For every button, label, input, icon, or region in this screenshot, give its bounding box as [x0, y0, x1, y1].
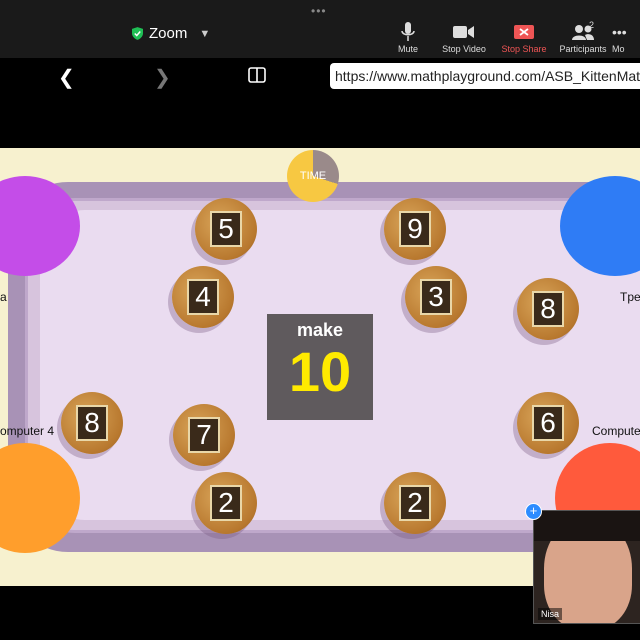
timer: TIME [287, 150, 339, 202]
player-name: omputer 4 [0, 424, 55, 438]
address-bar[interactable]: https://www.mathplayground.com/ASB_Kitte… [330, 63, 640, 89]
cookie-number: 8 [76, 405, 108, 441]
shield-check-icon [132, 27, 143, 40]
number-cookie[interactable]: 6 [517, 392, 579, 454]
participants-label: Participants [559, 44, 607, 54]
player-name: Compute [592, 424, 640, 438]
stop-share-label: Stop Share [501, 44, 547, 54]
participants-icon: 2 [553, 20, 613, 42]
number-cookie[interactable]: 4 [172, 266, 234, 328]
number-cookie[interactable]: 8 [517, 278, 579, 340]
cookie-number: 6 [532, 405, 564, 441]
number-cookie[interactable]: 2 [384, 472, 446, 534]
cookie-number: 9 [399, 211, 431, 247]
target-number: 10 [288, 340, 352, 403]
drag-handle[interactable]: ••• [311, 4, 327, 18]
timer-label: TIME [299, 170, 327, 182]
player-name: Tpe [620, 290, 640, 304]
mute-label: Mute [397, 44, 418, 54]
stop-video-button[interactable]: Stop Video [434, 22, 494, 54]
participants-button[interactable]: 2 Participants [553, 20, 613, 54]
number-cookie[interactable]: 7 [173, 404, 235, 466]
cookie-number: 8 [532, 291, 564, 327]
meeting-title[interactable]: Zoom ▼ [132, 25, 210, 42]
cookie-number: 3 [420, 279, 452, 315]
number-cookie[interactable]: 3 [405, 266, 467, 328]
participant-hair [534, 511, 640, 541]
plus-icon[interactable]: + [525, 503, 542, 520]
sidebar-toggle-icon[interactable] [248, 66, 266, 89]
cookie-number: 4 [187, 279, 219, 315]
cookie-number: 2 [399, 485, 431, 521]
stop-video-label: Stop Video [442, 44, 486, 54]
participant-count: 2 [589, 20, 595, 30]
forward-arrow-icon[interactable]: ❯ [154, 65, 171, 90]
stop-share-icon [494, 22, 554, 42]
meeting-title-label: Zoom [149, 25, 188, 42]
cookie-number: 5 [210, 211, 242, 247]
cookie-number: 2 [210, 485, 242, 521]
number-cookie[interactable]: 9 [384, 198, 446, 260]
number-cookie[interactable]: 2 [195, 472, 257, 534]
player-name: a [0, 290, 7, 304]
cookie-number: 7 [188, 417, 220, 453]
more-icon: ••• [612, 24, 627, 40]
more-label: Mo [612, 44, 625, 54]
number-cookie[interactable]: 5 [195, 198, 257, 260]
zoom-toolbar: ••• Zoom ▼ Mute Stop Video Stop Share 2 … [0, 0, 640, 58]
mute-button[interactable]: Mute [378, 22, 438, 54]
target-box: make 10 [267, 314, 373, 420]
make-label: make [296, 320, 344, 340]
microphone-icon [378, 22, 438, 42]
number-cookie[interactable]: 8 [61, 392, 123, 454]
back-arrow-icon[interactable]: ❮ [58, 65, 75, 90]
more-button[interactable]: ••• Mo [612, 22, 640, 54]
self-view-name: Nisa [538, 608, 563, 620]
self-video-thumbnail[interactable]: Nisa [533, 510, 640, 624]
video-camera-icon [434, 22, 494, 42]
chevron-down-icon: ▼ [199, 27, 211, 40]
stop-share-button[interactable]: Stop Share [494, 22, 554, 54]
